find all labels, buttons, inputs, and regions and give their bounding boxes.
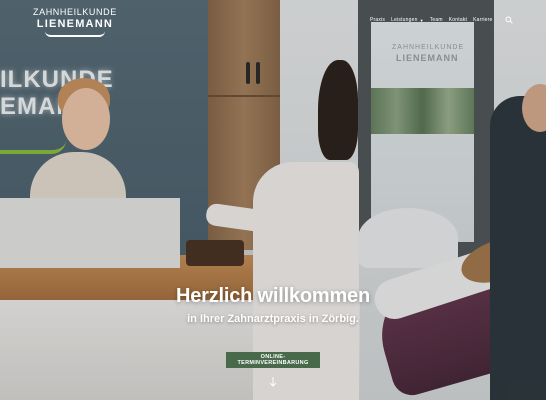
main-nav: Praxis Leistungen ▼ Team Kontakt Karriere — [370, 17, 493, 23]
arrow-down-icon[interactable] — [268, 376, 278, 388]
search-icon[interactable] — [505, 16, 513, 24]
logo-line2: LIENEMANN — [36, 18, 113, 30]
nav-item-kontakt[interactable]: Kontakt — [449, 17, 467, 23]
hero-subtitle: in Ihrer Zahnarztpraxis in Zörbig. — [187, 313, 359, 325]
hero-background: ILKUNDE EMAN ZAHNHEILKUNDE LIENEMANN — [0, 0, 546, 400]
site-logo[interactable]: ZAHNHEILKUNDE LIENEMANN — [33, 7, 117, 37]
chevron-down-icon: ▼ — [419, 17, 424, 23]
nav-item-team[interactable]: Team — [430, 17, 443, 23]
hero-title: Herzlich willkommen — [175, 285, 371, 307]
hero-overlay — [0, 0, 546, 400]
logo-line1: ZAHNHEILKUNDE — [33, 7, 117, 17]
logo-swoosh — [44, 31, 105, 37]
online-appointment-button[interactable]: ONLINE-TERMINVEREINBARUNG — [226, 352, 320, 368]
nav-item-leistungen[interactable]: Leistungen ▼ — [391, 17, 424, 23]
nav-item-praxis[interactable]: Praxis — [370, 17, 385, 23]
nav-item-karriere[interactable]: Karriere — [473, 17, 492, 23]
